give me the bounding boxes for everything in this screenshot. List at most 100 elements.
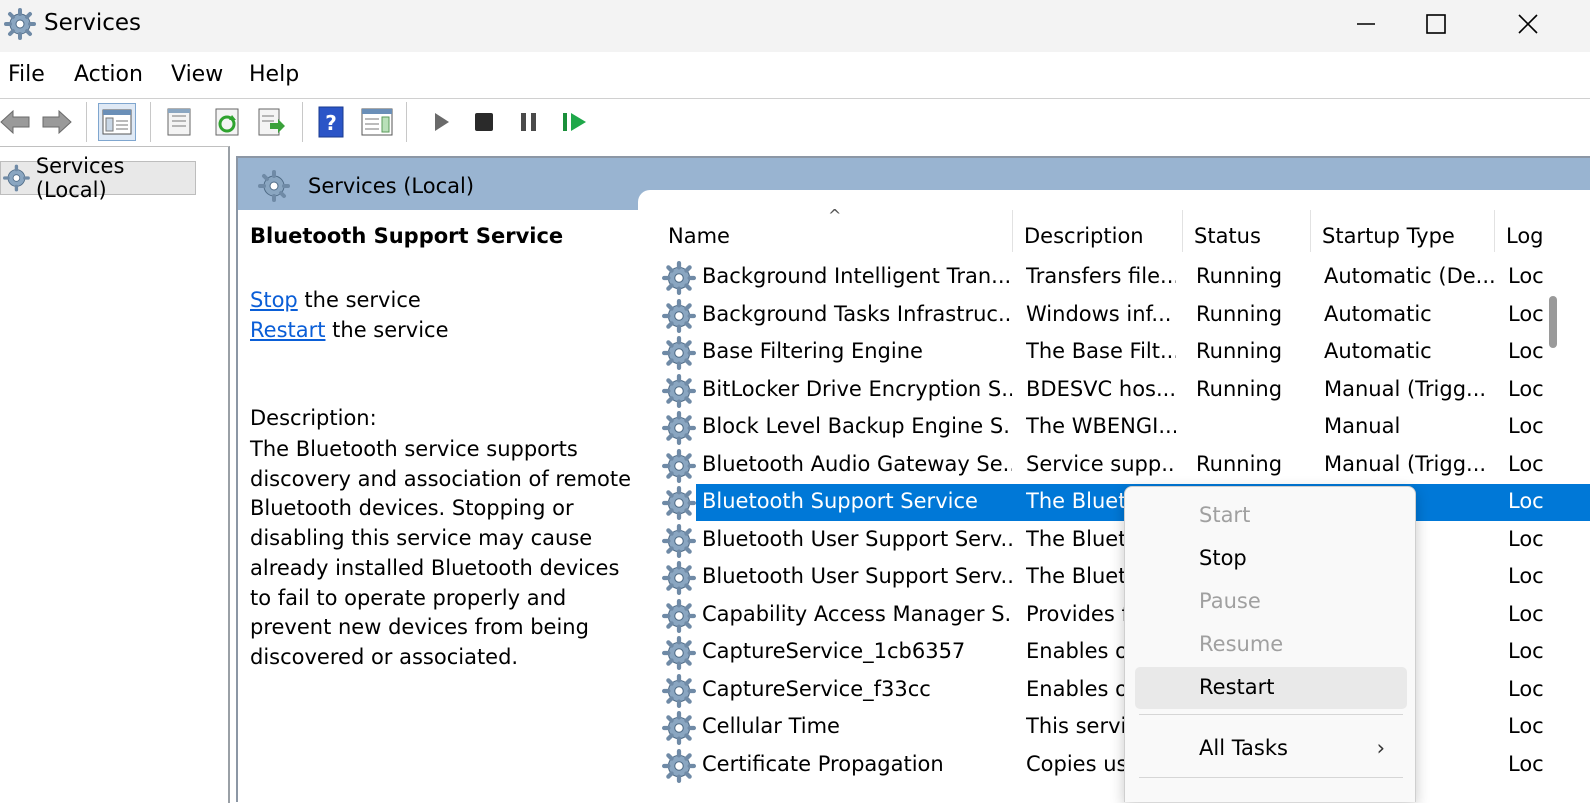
context-menu-label: Pause	[1199, 589, 1261, 613]
restart-service-icon	[563, 113, 586, 131]
context-menu-restart[interactable]: Restart	[1135, 667, 1407, 709]
service-startup-type-cell: Automatic (De...	[1324, 264, 1496, 288]
service-name-cell: CaptureService_1cb6357	[702, 639, 966, 663]
column-divider[interactable]	[1012, 210, 1013, 252]
minimize-icon	[1357, 23, 1375, 25]
menu-file[interactable]: File	[8, 62, 45, 87]
column-divider[interactable]	[1310, 210, 1311, 252]
service-name-cell: CaptureService_f33cc	[702, 676, 931, 701]
table-row[interactable]: Background Tasks Infrastruc... Windows in…	[662, 297, 1590, 334]
toolbar-separator	[406, 102, 407, 142]
context-menu-label: Restart	[1199, 675, 1275, 699]
context-menu-start[interactable]: Start	[1135, 495, 1407, 537]
service-log-on-as-cell: Loc	[1508, 564, 1544, 588]
table-row[interactable]: Bluetooth Audio Gateway Se... Service sup…	[662, 447, 1590, 484]
service-gear-icon	[662, 261, 696, 295]
show-hide-console-tree-icon	[102, 109, 132, 135]
table-row[interactable]: Block Level Backup Engine S... The WBENGI…	[662, 409, 1590, 446]
service-gear-icon	[662, 373, 696, 408]
vertical-scrollbar-thumb[interactable]	[1549, 296, 1557, 348]
service-log-on-as-cell: Loc	[1508, 339, 1544, 363]
refresh-icon	[215, 108, 239, 136]
show-hide-console-tree-button[interactable]	[98, 103, 136, 141]
service-gear-icon	[662, 411, 696, 445]
service-gear-icon	[662, 448, 696, 483]
banner-title: Services (Local)	[308, 174, 475, 198]
service-log-on-as-cell: Loc	[1508, 301, 1544, 326]
service-gear-icon	[662, 636, 696, 670]
service-gear-icon	[662, 523, 696, 558]
selected-service-name: Bluetooth Support Service	[250, 224, 564, 248]
service-name-cell: Certificate Propagation	[702, 751, 944, 776]
stop-service-button[interactable]	[465, 103, 503, 141]
maximize-icon	[1426, 14, 1446, 34]
column-divider[interactable]	[1494, 210, 1495, 252]
service-gear-icon	[662, 598, 696, 633]
menu-help[interactable]: Help	[249, 62, 299, 87]
table-row[interactable]: Background Intelligent Tran... Transfers …	[662, 259, 1590, 296]
refresh-button[interactable]	[208, 103, 246, 141]
svg-text:?: ?	[325, 111, 337, 135]
table-row[interactable]: Base Filtering Engine The Base Filt... Run…	[662, 334, 1590, 371]
column-header-description[interactable]: Description	[1024, 224, 1144, 248]
properties-button[interactable]	[160, 103, 198, 141]
maximize-button[interactable]	[1390, 0, 1482, 48]
table-row[interactable]: BitLocker Drive Encryption S... BDESVC ho…	[662, 372, 1590, 409]
context-menu-pause[interactable]: Pause	[1135, 581, 1407, 623]
context-menu-stop[interactable]: Stop	[1135, 538, 1407, 580]
service-log-on-as-cell: Loc	[1508, 264, 1544, 288]
stop-service-suffix: the service	[297, 288, 421, 312]
service-startup-type-cell: Manual (Trigg...	[1324, 451, 1487, 476]
service-gear-icon	[662, 486, 696, 520]
tree-node-label: Services (Local)	[35, 154, 125, 202]
service-startup-type-cell: Automatic	[1324, 339, 1432, 363]
service-gear-icon	[662, 711, 696, 745]
context-menu: Start Stop Pause Resume Restart All Task…	[1124, 486, 1416, 802]
export-list-button[interactable]	[252, 103, 290, 141]
sort-ascending-icon: ^	[828, 206, 842, 225]
start-service-button[interactable]	[422, 103, 460, 141]
menu-action[interactable]: Action	[74, 62, 143, 87]
pane-banner: Services (Local)	[238, 158, 1590, 220]
services-gear-icon	[258, 170, 290, 202]
context-menu-resume[interactable]: Resume	[1135, 624, 1407, 666]
properties-icon	[167, 108, 191, 136]
service-status-cell: Running	[1196, 376, 1283, 401]
menu-view[interactable]: View	[171, 62, 223, 87]
service-log-on-as-cell: Loc	[1508, 751, 1544, 776]
title-bar[interactable]: Services	[0, 0, 1590, 52]
context-menu-all-tasks[interactable]: All Tasks ›	[1135, 728, 1407, 770]
context-menu-label: All Tasks	[1199, 736, 1288, 760]
service-log-on-as-cell: Loc	[1508, 414, 1544, 438]
start-service-icon	[435, 113, 449, 131]
restart-service-link[interactable]: Restart	[250, 318, 325, 342]
column-header-startup-type[interactable]: Startup Type	[1322, 224, 1455, 248]
toolbar-separator	[86, 102, 87, 142]
service-startup-type-cell: Automatic	[1324, 301, 1432, 326]
service-name-cell: Capability Access Manager S...	[702, 601, 1012, 626]
show-action-pane-button[interactable]	[358, 103, 396, 141]
description-label: Description:	[250, 406, 377, 430]
pause-service-button[interactable]	[510, 103, 548, 141]
column-header-log-on-as[interactable]: Log	[1506, 224, 1546, 248]
column-header-name[interactable]: Name	[668, 224, 730, 248]
back-arrow-icon	[0, 109, 30, 135]
column-divider[interactable]	[1182, 210, 1183, 252]
back-button[interactable]	[0, 103, 34, 141]
context-menu-label: Start	[1199, 503, 1251, 527]
restart-service-button[interactable]	[556, 103, 594, 141]
restart-service-suffix: the service	[325, 318, 449, 342]
tree-node-services-local[interactable]: Services (Local)	[0, 154, 196, 202]
column-header-status[interactable]: Status	[1194, 224, 1261, 248]
help-button[interactable]: ?	[312, 103, 350, 141]
forward-arrow-icon	[42, 109, 72, 135]
forward-button[interactable]	[38, 103, 76, 141]
service-status-cell: Running	[1196, 339, 1283, 363]
service-log-on-as-cell: Loc	[1508, 451, 1544, 476]
service-description-cell: The WBENGI...	[1026, 414, 1176, 438]
stop-service-link[interactable]: Stop	[250, 288, 298, 312]
service-startup-type-cell: Manual	[1324, 414, 1401, 438]
service-name-cell: BitLocker Drive Encryption S...	[702, 376, 1012, 401]
close-button[interactable]	[1482, 0, 1574, 48]
context-menu-separator	[1139, 714, 1403, 715]
